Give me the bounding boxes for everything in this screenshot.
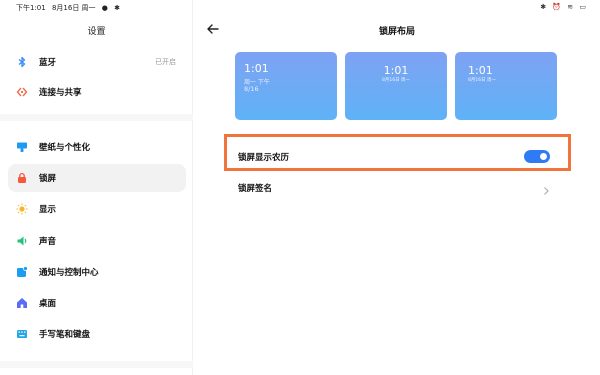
sidebar-item-label: 显示 (39, 205, 57, 215)
settings-screen: 设置 蓝牙 已开启 连接与共享 壁纸与个性化 锁屏 显示 声音 通知与控制中心 … (0, 0, 600, 375)
row-label: 锁屏签名 (238, 184, 273, 194)
speaker-icon (16, 235, 28, 247)
main-panel: 锁屏布局 1:01 周一 下午 8/16 1:01 8月16日 周一 1:01 … (194, 0, 600, 375)
sidebar-item-stylus-keyboard[interactable]: 手写笔和键盘 (8, 320, 186, 348)
sidebar-item-wallpaper[interactable]: 壁纸与个性化 (8, 133, 186, 161)
status-date: 8月16日 周一 (51, 4, 96, 12)
lunar-calendar-row[interactable]: 锁屏显示农历 (230, 142, 568, 170)
sun-icon (16, 203, 28, 215)
status-left: 下午1:01 8月16日 周一 ● ✱ (16, 3, 124, 13)
avatar-icon: ● (101, 4, 108, 12)
sidebar-item-label: 壁纸与个性化 (39, 143, 91, 153)
sidebar-item-display[interactable]: 显示 (8, 195, 186, 223)
lockscreen-layout-option-2[interactable]: 1:01 8月16日 周一 (345, 52, 447, 120)
sidebar-item-value: 已开启 (155, 58, 176, 66)
sidebar-item-label: 锁屏 (39, 174, 57, 184)
share-icon (16, 86, 28, 98)
page-title: 锁屏布局 (378, 27, 415, 37)
home-icon (16, 297, 28, 309)
sidebar-item-label: 通知与控制中心 (39, 268, 99, 278)
chevron-right-icon (542, 181, 550, 195)
notification-icon (16, 266, 28, 278)
lockscreen-layout-option-3[interactable]: 1:01 8月16日 周一 (455, 52, 557, 120)
row-label: 锁屏显示农历 (238, 153, 290, 163)
preview-subtext: 8月16日 周一 (468, 78, 497, 83)
preview-date: 8/16 (244, 85, 259, 93)
sidebar-item-connection-sharing[interactable]: 连接与共享 (8, 78, 186, 106)
preview-time: 1:01 (244, 62, 269, 75)
preview-time: 1:01 (383, 64, 409, 77)
sidebar-item-label: 手写笔和键盘 (39, 330, 91, 340)
sidebar-item-label: 桌面 (39, 299, 57, 309)
sidebar-item-bluetooth[interactable]: 蓝牙 已开启 (8, 48, 186, 76)
lock-icon (16, 172, 28, 184)
preview-subtext: 8月16日 周一 (381, 78, 411, 83)
sidebar: 设置 蓝牙 已开启 连接与共享 壁纸与个性化 锁屏 显示 声音 通知与控制中心 … (0, 0, 193, 375)
sidebar-item-notifications[interactable]: 通知与控制中心 (8, 258, 186, 286)
keyboard-icon (16, 328, 28, 340)
sidebar-divider (0, 114, 193, 121)
app-notification-icon: ✱ (114, 4, 121, 12)
toggle-knob (540, 153, 547, 160)
sidebar-item-lockscreen[interactable]: 锁屏 (8, 164, 186, 192)
wallpaper-icon (16, 141, 28, 153)
sidebar-item-label: 蓝牙 (39, 58, 57, 68)
bluetooth-icon (16, 56, 28, 68)
sidebar-item-home[interactable]: 桌面 (8, 289, 186, 317)
sidebar-title: 设置 (87, 27, 106, 37)
status-time: 下午1:01 (16, 4, 46, 12)
sidebar-item-label: 声音 (39, 237, 57, 247)
lunar-calendar-toggle[interactable] (524, 150, 550, 163)
sidebar-item-sound[interactable]: 声音 (8, 227, 186, 255)
lockscreen-signature-row[interactable]: 锁屏签名 (230, 173, 568, 201)
preview-time: 1:01 (468, 64, 493, 77)
sidebar-divider (0, 361, 193, 368)
lockscreen-layout-option-1[interactable]: 1:01 周一 下午 8/16 (235, 52, 337, 120)
sidebar-item-label: 连接与共享 (39, 88, 82, 98)
